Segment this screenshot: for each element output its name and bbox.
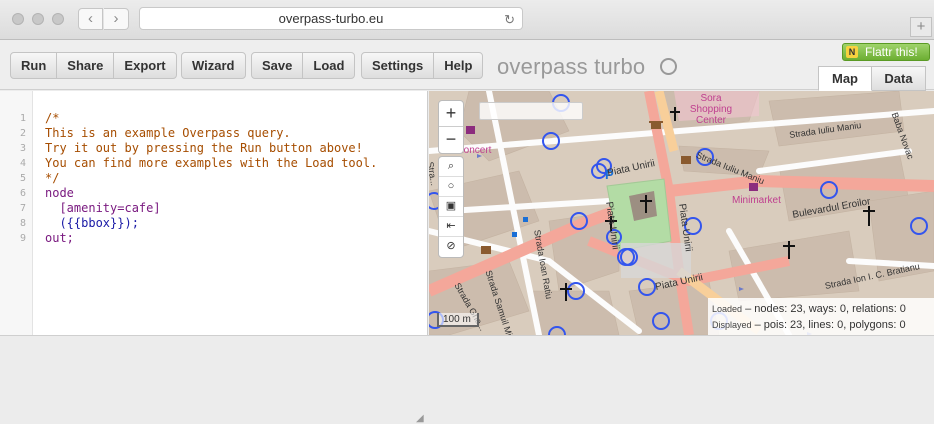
locate-icon[interactable]: ○ xyxy=(439,177,463,197)
clear-icon[interactable]: ⊘ xyxy=(439,237,463,257)
code-line: [amenity=cafe] xyxy=(45,201,161,215)
line-number: 9 xyxy=(19,233,26,244)
map-label-sora: Sora Shopping Center xyxy=(689,93,733,126)
stats-loaded-value: – nodes: 23, ways: 0, relations: 0 xyxy=(745,303,906,315)
save-button[interactable]: Save xyxy=(252,53,304,78)
load-button[interactable]: Load xyxy=(303,53,354,78)
code-line: This is an example Overpass query. xyxy=(45,126,291,140)
line-number-gutter: 1 2 3 4 5 6 7 8 9 xyxy=(0,91,33,335)
tab-map[interactable]: Map xyxy=(818,66,872,91)
zoom-control: + − xyxy=(438,100,464,154)
map-label-minimarket: Minimarket xyxy=(732,195,781,206)
file-button-group: Save Load xyxy=(251,52,356,79)
line-number: 1 xyxy=(19,113,26,124)
export-button[interactable]: Export xyxy=(114,53,175,78)
share-button[interactable]: Share xyxy=(57,53,115,78)
zoom-in-button[interactable]: + xyxy=(439,101,463,127)
code-line: /* xyxy=(45,111,60,125)
zoom-window-icon[interactable] xyxy=(52,13,64,25)
close-window-icon[interactable] xyxy=(12,13,24,25)
query-editor[interactable]: 1 2 3 4 5 6 7 8 9 /* This is an example … xyxy=(0,91,428,424)
url-bar[interactable]: overpass-turbo.eu ↻ xyxy=(139,7,523,30)
wizard-button[interactable]: Wizard xyxy=(182,53,245,78)
code-line: You can find more examples with the Load… xyxy=(45,156,378,170)
query-button-group: Run Share Export xyxy=(10,52,177,79)
stats-displayed: Displayed – pois: 23, lines: 0, polygons… xyxy=(712,317,934,333)
new-tab-button[interactable]: + xyxy=(910,17,932,37)
code-line: out; xyxy=(45,231,74,245)
fit-to-data-icon[interactable]: ⇤ xyxy=(439,217,463,237)
app-toolbar: Run Share Export Wizard Save Load Settin… xyxy=(0,40,934,90)
map-scale: 100 m xyxy=(437,313,479,327)
view-tabs: Map Data xyxy=(818,66,926,91)
line-number: 8 xyxy=(19,218,26,229)
back-button[interactable]: ‹ xyxy=(78,8,103,30)
line-number: 7 xyxy=(19,203,26,214)
settings-button-group: Settings Help xyxy=(361,52,484,79)
map-stats: Loaded – nodes: 23, ways: 0, relations: … xyxy=(708,298,934,335)
chevron-right-icon: › xyxy=(113,10,119,27)
code-line: Try it out by pressing the Run button ab… xyxy=(45,141,363,155)
browser-titlebar: ‹ › overpass-turbo.eu ↻ + xyxy=(0,0,934,40)
map-view[interactable]: P Sora Shopping Center Baba Novac Koncer… xyxy=(429,91,934,335)
map-search-input[interactable] xyxy=(479,102,583,120)
settings-button[interactable]: Settings xyxy=(362,53,435,78)
stats-displayed-value: – pois: 23, lines: 0, polygons: 0 xyxy=(754,319,906,331)
line-number: 6 xyxy=(19,188,26,199)
resize-handle-icon[interactable]: ◢ xyxy=(416,413,426,424)
line-number: 5 xyxy=(19,173,26,184)
reload-icon[interactable]: ↻ xyxy=(504,9,515,30)
line-number: 3 xyxy=(19,143,26,154)
status-bar xyxy=(0,335,934,351)
run-button[interactable]: Run xyxy=(11,53,58,78)
stats-displayed-label: Displayed xyxy=(712,320,752,330)
map-tools: ⌕ ○ ▣ ⇤ ⊘ xyxy=(438,156,464,258)
line-number: 2 xyxy=(19,128,26,139)
url-text: overpass-turbo.eu xyxy=(278,11,384,26)
wizard-button-group: Wizard xyxy=(181,52,246,79)
flattr-button[interactable]: N Flattr this! xyxy=(842,43,930,61)
stats-loaded: Loaded – nodes: 23, ways: 0, relations: … xyxy=(712,301,934,317)
code-line: node xyxy=(45,186,74,200)
zoom-out-button[interactable]: − xyxy=(439,127,463,153)
code-line: ({{bbox}}); xyxy=(45,216,139,230)
forward-button[interactable]: › xyxy=(104,8,129,30)
minimize-window-icon[interactable] xyxy=(32,13,44,25)
data-overlay-icon[interactable]: ▣ xyxy=(439,197,463,217)
code-line: */ xyxy=(45,171,60,185)
app-brand-title: overpass turbo xyxy=(497,54,646,79)
stats-loaded-label: Loaded xyxy=(712,304,743,314)
search-icon[interactable]: ⌕ xyxy=(439,157,463,177)
flattr-label: Flattr this! xyxy=(865,45,918,59)
flattr-badge-icon: N xyxy=(846,46,858,58)
overpass-logo-icon xyxy=(660,58,677,75)
help-button[interactable]: Help xyxy=(434,53,482,78)
tab-data[interactable]: Data xyxy=(872,66,926,91)
chevron-left-icon: ‹ xyxy=(88,10,93,27)
line-number: 4 xyxy=(19,158,26,169)
